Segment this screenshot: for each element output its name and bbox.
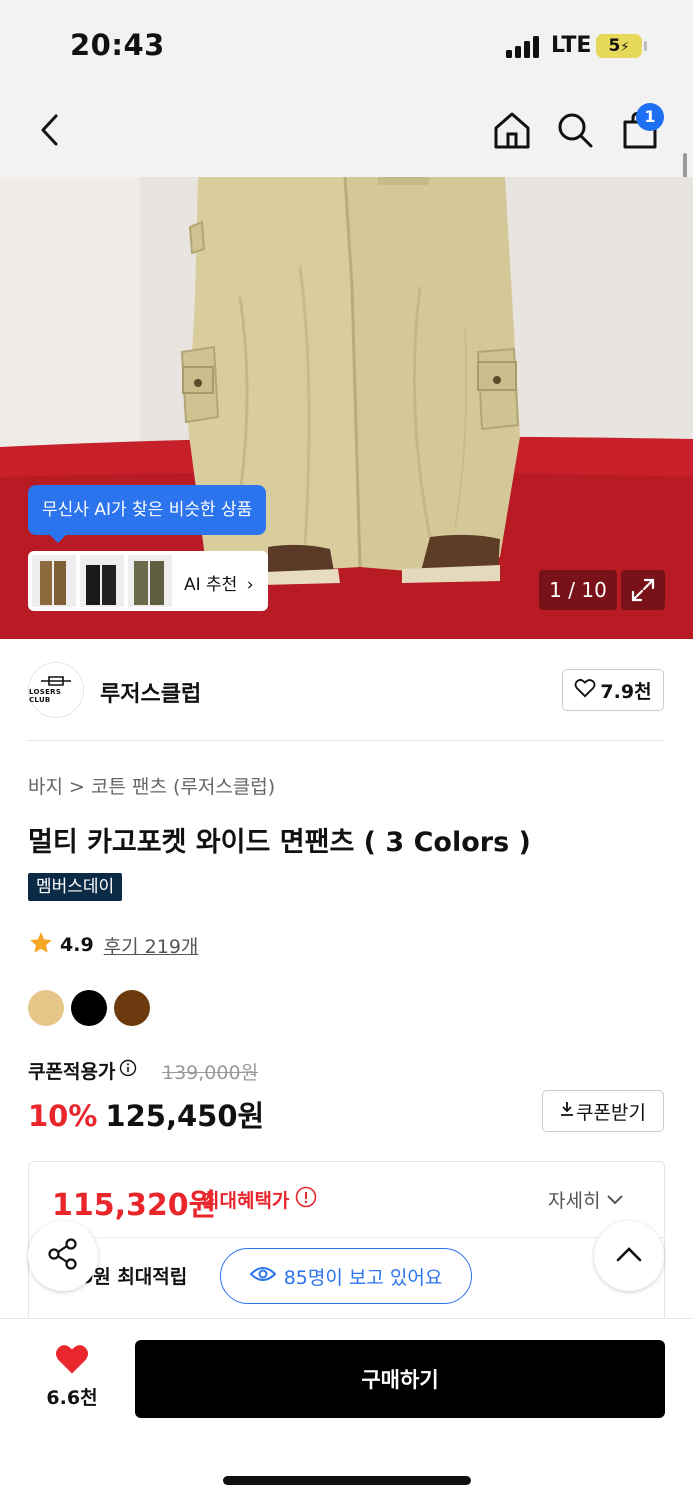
brand-like-button[interactable]: 7.9천 (562, 669, 664, 711)
max-benefit-label: 최대혜택가 (202, 1186, 317, 1213)
color-swatch-brown[interactable] (114, 990, 150, 1026)
ai-thumb-1 (32, 555, 76, 607)
home-icon[interactable] (490, 108, 534, 152)
info-red-icon[interactable] (295, 1186, 317, 1213)
coupon-download-button[interactable]: 쿠폰받기 (542, 1090, 664, 1132)
max-benefit-price: 115,320원 (52, 1188, 217, 1223)
chevron-down-icon (606, 1189, 624, 1211)
product-title: 멀티 카고포켓 와이드 면팬츠 ( 3 Colors ) (28, 827, 531, 858)
scroll-top-button[interactable] (594, 1221, 664, 1291)
original-price: 139,000원 (162, 1062, 259, 1084)
home-indicator (223, 1476, 471, 1485)
coupon-price-text: 쿠폰적용가 (28, 1061, 116, 1083)
share-button[interactable] (28, 1221, 98, 1291)
signal-icon (506, 36, 542, 58)
color-swatch-black[interactable] (71, 990, 107, 1026)
heart-outline-icon (574, 678, 596, 703)
max-benefit-text: 최대혜택가 (202, 1190, 290, 1212)
breadcrumb[interactable]: 바지 > 코튼 팬츠 (루저스클럽) (28, 772, 275, 799)
ai-thumb-2 (80, 555, 124, 607)
price-row: 10% 125,450원 (28, 1093, 264, 1135)
chevron-up-icon (616, 1246, 642, 1266)
battery-nub (644, 41, 647, 51)
brand-name[interactable]: 루저스클럽 (100, 676, 201, 708)
battery-icon: 5⚡ (596, 34, 642, 58)
brand-row[interactable]: LOSERS CLUB 루저스클럽 7.9천 (28, 662, 665, 718)
color-swatch-beige[interactable] (28, 990, 64, 1026)
eye-icon (249, 1265, 277, 1288)
brand-logo-text: LOSERS CLUB (29, 688, 62, 704)
battery-level: 5 (608, 36, 621, 56)
rating-row[interactable]: 4.9 후기 219개 (28, 930, 198, 960)
status-bar: 20:43 LTE 5⚡ (0, 0, 693, 90)
download-icon (560, 1100, 574, 1122)
coupon-button-label: 쿠폰받기 (576, 1101, 646, 1124)
brand-logo-mark (41, 676, 71, 686)
membersday-badge: 멤버스데이 (28, 873, 123, 901)
chevron-right-icon: › (246, 575, 254, 595)
info-icon[interactable] (119, 1059, 137, 1082)
divider (28, 740, 665, 741)
heart-filled-icon (54, 1345, 90, 1379)
rating-score: 4.9 (60, 934, 94, 956)
nav-bar (0, 90, 693, 177)
benefit-detail-link[interactable]: 자세히 (548, 1186, 624, 1213)
back-icon[interactable] (28, 108, 72, 152)
detail-text: 자세히 (548, 1190, 601, 1212)
expand-icon[interactable] (621, 570, 665, 610)
viewers-pill[interactable]: 85명이 보고 있어요 (220, 1248, 472, 1304)
buy-button[interactable]: 구매하기 (135, 1340, 665, 1418)
ai-recommend-label: AI 추천 › (184, 570, 254, 595)
final-price: 125,450원 (105, 1099, 265, 1133)
network-label: LTE (551, 33, 592, 58)
review-count-link[interactable]: 후기 219개 (104, 932, 199, 959)
discount-rate: 10% (28, 1099, 98, 1133)
image-counter: 1 / 10 (539, 570, 617, 610)
ai-recommend-text: AI 추천 (184, 575, 238, 595)
coupon-price-label: 쿠폰적용가 (28, 1057, 137, 1084)
status-time: 20:43 (70, 28, 165, 62)
ai-similar-tooltip[interactable]: 무신사 AI가 찾은 비슷한 상품 (28, 485, 267, 543)
wish-count: 6.6천 (46, 1387, 98, 1409)
cart-count-badge: 1 (636, 103, 664, 131)
share-icon (46, 1237, 80, 1275)
benefit-divider (28, 1237, 665, 1238)
ai-thumb-3 (128, 555, 172, 607)
search-icon[interactable] (553, 108, 597, 152)
viewers-text: 85명이 보고 있어요 (283, 1266, 443, 1289)
wish-button[interactable]: 6.6천 (40, 1343, 104, 1410)
ai-recommendation-card[interactable]: AI 추천 › (28, 551, 268, 611)
brand-like-count: 7.9천 (600, 680, 652, 703)
brand-logo[interactable]: LOSERS CLUB (28, 662, 84, 718)
star-icon (28, 930, 54, 961)
